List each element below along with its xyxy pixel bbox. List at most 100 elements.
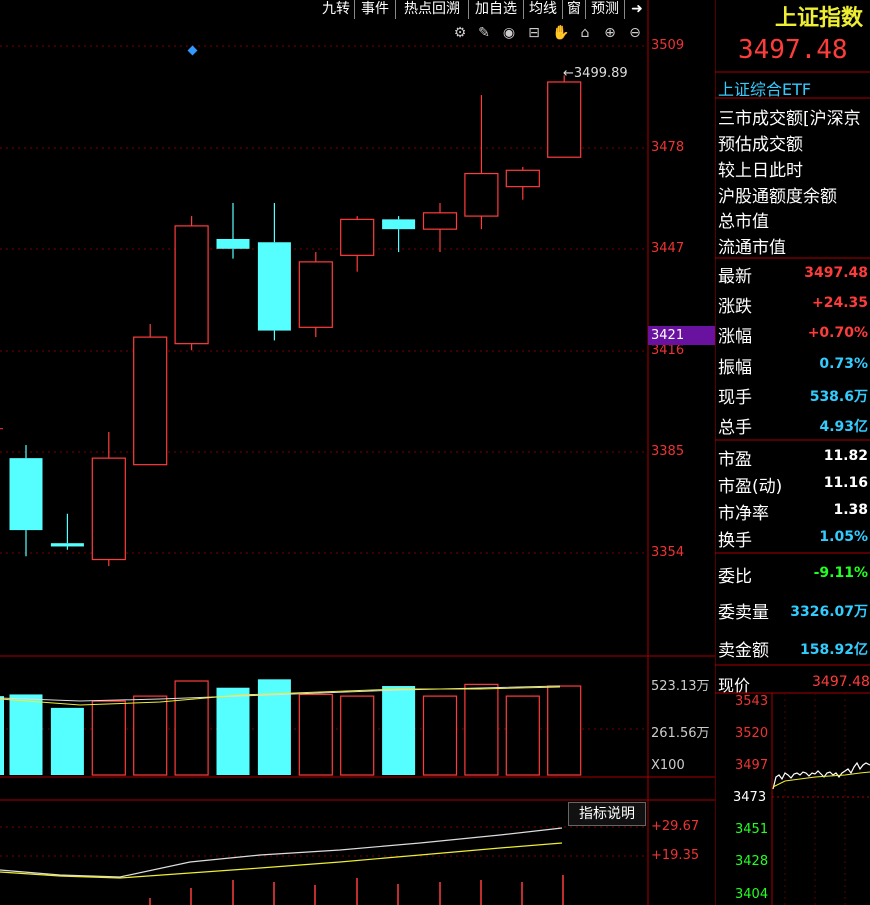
- stat-value: 158.92亿: [799, 642, 868, 658]
- candle-body: [340, 218, 375, 256]
- stat-label: 最新: [718, 267, 752, 287]
- tab-window[interactable]: 窗: [563, 0, 586, 19]
- candle-body: [298, 261, 333, 328]
- candle-body: [133, 336, 168, 466]
- volume-tick: 261.56万: [651, 726, 710, 741]
- stat-label: 卖金额: [718, 641, 769, 661]
- stat-label: 总手: [718, 418, 752, 438]
- stat-label: 现手: [718, 388, 752, 408]
- candle-body: [464, 172, 499, 217]
- volume-bar: [133, 695, 168, 776]
- stat-value: 0.73%: [819, 356, 868, 372]
- volume-bar: [50, 707, 84, 775]
- tab-forecast[interactable]: 预测: [586, 0, 625, 19]
- volume-unit: X100: [651, 758, 685, 773]
- stat-value: 3326.07万: [790, 604, 868, 620]
- lock-icon[interactable]: ⊟: [526, 25, 542, 41]
- stat-label: 委比: [718, 567, 752, 587]
- home-icon[interactable]: ⌂: [577, 25, 593, 41]
- info-row: 总市值: [718, 212, 769, 232]
- stat-value: 3497.48: [804, 265, 868, 281]
- candle-body: [174, 225, 209, 345]
- price-tick: 3416: [651, 343, 685, 358]
- indicator-help-button[interactable]: 指标说明: [568, 802, 646, 826]
- tab-events[interactable]: 事件: [355, 0, 396, 19]
- stat-value: +24.35: [811, 295, 868, 311]
- stat-value: 11.82: [823, 448, 868, 464]
- candle-body: [547, 81, 582, 158]
- stat-value: 4.93亿: [819, 419, 868, 435]
- indicator-tick: +29.67: [651, 819, 700, 834]
- stat-label: 涨跌: [718, 297, 752, 317]
- price-tick: 3478: [651, 140, 685, 155]
- volume-bar: [547, 685, 582, 776]
- indicator-line-white: [0, 827, 563, 878]
- candle-body: [50, 543, 84, 547]
- candle-body: [257, 242, 291, 331]
- candles-layer: [0, 75, 582, 567]
- candle-body: [422, 212, 458, 230]
- event-marker: [187, 45, 198, 56]
- stat-value: +0.70%: [807, 325, 868, 341]
- mini-tick: 3451: [735, 822, 769, 837]
- volume-bar: [216, 687, 250, 775]
- volume-bar: [505, 695, 540, 776]
- zoom-out-icon[interactable]: ⊖: [627, 25, 643, 41]
- current-price-marker: 3421: [648, 326, 715, 345]
- stat-label: 委卖量: [718, 603, 769, 623]
- indicator-layer: [0, 827, 564, 905]
- stat-value: 1.38: [833, 502, 868, 518]
- candle-body: [91, 457, 126, 561]
- volume-bar: [464, 683, 499, 776]
- panel-price: 3497.48: [738, 35, 848, 65]
- eye-icon[interactable]: ◉: [501, 25, 517, 41]
- kline-chart[interactable]: [0, 0, 715, 905]
- candle-body: [382, 219, 416, 230]
- etf-link[interactable]: 上证综合ETF: [718, 76, 811, 100]
- volume-bar: [298, 693, 333, 776]
- tab-ma[interactable]: 均线: [524, 0, 563, 19]
- pen-icon[interactable]: ✎: [476, 25, 492, 41]
- volume-bar: [0, 696, 4, 775]
- info-row: 预估成交额: [718, 135, 803, 155]
- candle-body: [9, 458, 43, 531]
- volume-bar: [174, 680, 209, 776]
- hand-icon[interactable]: ✋: [552, 25, 569, 41]
- mini-tick: 3497: [735, 758, 769, 773]
- stat-label: 振幅: [718, 358, 752, 378]
- gear-icon[interactable]: ⚙: [452, 25, 468, 41]
- stat-label: 市净率: [718, 504, 769, 524]
- info-row: 三市成交额[沪深京: [718, 109, 861, 129]
- price-tick: 3354: [651, 545, 685, 560]
- high-value: 3499.89: [573, 66, 628, 81]
- price-tick: 3385: [651, 444, 685, 459]
- tab-hotspot-review[interactable]: 热点回溯: [396, 0, 469, 19]
- stat-label: 市盈(动): [718, 477, 783, 497]
- export-arrow-icon[interactable]: ➜: [625, 0, 649, 19]
- mini-tick: 3428: [735, 854, 769, 869]
- volume-bar: [91, 700, 126, 776]
- info-row: 沪股通额度余额: [718, 187, 837, 207]
- indicator-tick: +19.35: [651, 848, 700, 863]
- stat-label: 市盈: [718, 450, 752, 470]
- zoom-in-icon[interactable]: ⊕: [602, 25, 618, 41]
- volume-bar: [422, 695, 458, 776]
- stat-value: 1.05%: [819, 529, 868, 545]
- mini-tick: 3473: [733, 790, 767, 805]
- current-value: 3497.48: [812, 674, 870, 690]
- panel-title: 上证指数: [775, 5, 864, 31]
- intraday-price-line: [772, 761, 870, 790]
- candle-body: [505, 169, 540, 188]
- tab-jiuzhuan[interactable]: 九转: [318, 0, 355, 19]
- stat-value: 11.16: [823, 475, 868, 491]
- info-row: 较上日此时: [718, 161, 803, 181]
- tab-add-watchlist[interactable]: 加自选: [469, 0, 524, 19]
- stat-value: 538.6万: [809, 389, 868, 405]
- mini-tick: 3404: [735, 887, 769, 902]
- stat-label: 换手: [718, 531, 752, 551]
- candle-body: [216, 238, 250, 249]
- volume-bar: [382, 686, 416, 775]
- volume-bar: [9, 694, 43, 775]
- volume-tick: 523.13万: [651, 679, 710, 694]
- indicator-line-yellow: [0, 842, 563, 879]
